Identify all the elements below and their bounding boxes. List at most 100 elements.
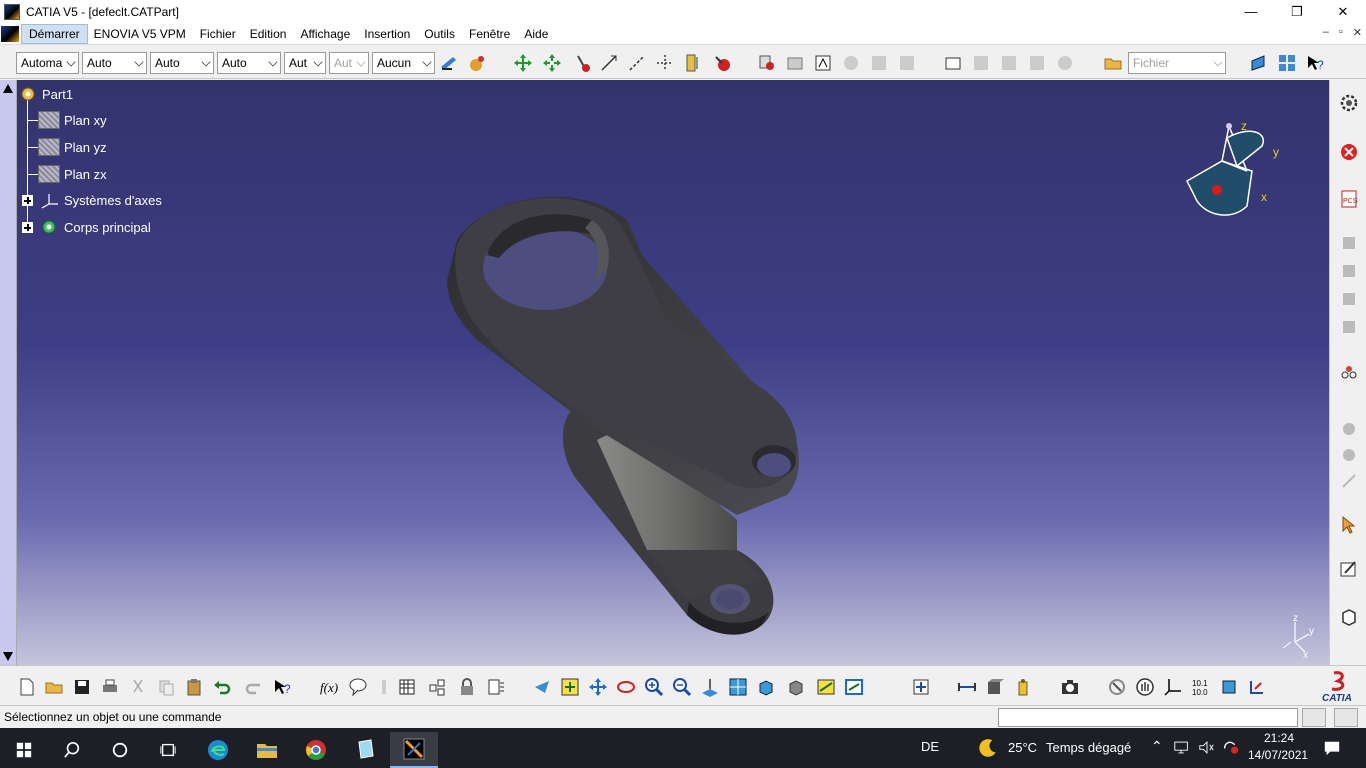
windows-start-icon[interactable] xyxy=(0,732,48,768)
sketch-icon[interactable] xyxy=(1338,558,1360,580)
weather-description[interactable]: Temps dégagé xyxy=(1046,740,1131,755)
iso-view-icon[interactable] xyxy=(755,676,777,698)
constraint-icon[interactable] xyxy=(1338,362,1360,384)
new-document-icon[interactable] xyxy=(16,676,38,698)
menu-enovia[interactable]: ENOVIA V5 VPM xyxy=(87,25,193,43)
rotate-icon[interactable] xyxy=(615,676,637,698)
menu-fichier[interactable]: Fichier xyxy=(193,25,243,43)
pcs-icon[interactable]: PCS xyxy=(1338,188,1360,210)
search-icon[interactable] xyxy=(48,732,96,768)
settings-gear-icon[interactable] xyxy=(1338,92,1360,114)
units-icon[interactable]: 10.1 10.0 xyxy=(1190,676,1212,698)
menu-demarrer[interactable]: Démarrer xyxy=(21,23,88,44)
maximize-button[interactable]: ❐ xyxy=(1274,0,1320,23)
std-icon-2[interactable] xyxy=(812,52,834,74)
edge-browser-icon[interactable] xyxy=(194,732,242,768)
tree-item-corps-principal[interactable]: Corps principal xyxy=(38,217,151,237)
close-button[interactable]: ✕ xyxy=(1320,0,1366,23)
select-arrow-icon[interactable] xyxy=(1338,514,1360,536)
sync-error-icon[interactable] xyxy=(1222,740,1240,758)
paste-icon[interactable] xyxy=(183,676,205,698)
clock-time[interactable]: 21:24 xyxy=(1264,731,1294,745)
language-indicator[interactable]: DE xyxy=(921,739,939,754)
document-menu-icon[interactable] xyxy=(1,25,19,42)
power-input-field[interactable] xyxy=(998,708,1298,727)
mdi-minimize-button[interactable]: – xyxy=(1323,26,1329,39)
print-icon[interactable] xyxy=(99,676,121,698)
menu-fenetre[interactable]: Fenêtre xyxy=(462,25,517,43)
power-input-button-2[interactable] xyxy=(1334,708,1358,727)
scroll-up-arrow-icon[interactable] xyxy=(3,84,13,93)
tree-item-plan-yz[interactable]: Plan yz xyxy=(38,137,107,157)
transparency-combo[interactable]: Auto xyxy=(82,52,147,74)
update-all-icon[interactable] xyxy=(910,676,932,698)
tree-item-axis-systems[interactable]: Systèmes d'axes xyxy=(38,190,162,210)
boundary-box-icon[interactable] xyxy=(1218,676,1240,698)
mdi-restore-button[interactable]: ▫ xyxy=(1339,26,1343,39)
measure-distance-icon[interactable] xyxy=(956,676,978,698)
volume-icon[interactable] xyxy=(1198,740,1216,758)
folder-open-icon[interactable] xyxy=(1102,52,1124,74)
normal-view-icon[interactable] xyxy=(1248,52,1270,74)
mdi-close-button[interactable]: ✕ xyxy=(1353,26,1362,39)
zoom-in-icon[interactable] xyxy=(643,676,665,698)
menu-edition[interactable]: Edition xyxy=(243,25,294,43)
layer-combo[interactable]: Aucun xyxy=(372,52,435,74)
knowledge-icon[interactable] xyxy=(347,676,369,698)
measure-between-icon[interactable] xyxy=(598,52,620,74)
measure-item-icon[interactable] xyxy=(626,52,648,74)
tree-root-part1[interactable]: Part1 xyxy=(18,84,73,104)
cortana-icon[interactable] xyxy=(96,732,144,768)
menu-aide[interactable]: Aide xyxy=(517,25,555,43)
point-type-combo[interactable]: Aut xyxy=(284,52,326,74)
snap-to-point-icon[interactable] xyxy=(541,52,563,74)
chrome-browser-icon[interactable] xyxy=(292,732,340,768)
file-explorer-icon[interactable] xyxy=(243,732,291,768)
tree-item-plan-zx[interactable]: Plan zx xyxy=(38,164,107,184)
apply-material-icon[interactable] xyxy=(466,52,488,74)
delete-measure-icon[interactable] xyxy=(711,52,733,74)
std-icon-1[interactable] xyxy=(784,52,806,74)
expand-main-body-icon[interactable] xyxy=(22,222,33,233)
hide-show-icon[interactable] xyxy=(815,676,837,698)
notepad-app-icon[interactable] xyxy=(341,732,389,768)
normal-view-plane-icon[interactable] xyxy=(699,676,721,698)
tree-item-plan-xy[interactable]: Plan xy xyxy=(38,110,107,130)
measure-inertia-icon[interactable] xyxy=(654,52,676,74)
expand-axis-systems-icon[interactable] xyxy=(22,195,33,206)
camera-icon[interactable] xyxy=(1059,676,1081,698)
save-icon[interactable] xyxy=(71,676,93,698)
fly-mode-icon[interactable] xyxy=(531,676,553,698)
open-folder-icon[interactable] xyxy=(43,676,65,698)
notification-center-icon[interactable] xyxy=(1323,739,1341,760)
exit-sketch-icon[interactable] xyxy=(1338,141,1360,163)
table-icon[interactable] xyxy=(396,676,418,698)
instantiate-icon[interactable] xyxy=(426,676,448,698)
pan-icon[interactable] xyxy=(587,676,609,698)
axis-icon[interactable] xyxy=(1162,676,1184,698)
lock-icon[interactable] xyxy=(456,676,478,698)
catalog-browser-icon[interactable] xyxy=(756,52,778,74)
compass-icon[interactable]: z y x xyxy=(1177,116,1297,226)
pad-icon[interactable] xyxy=(1338,606,1360,628)
zoom-out-icon[interactable] xyxy=(671,676,693,698)
power-input-button-1[interactable] xyxy=(1302,708,1326,727)
fit-all-in-icon[interactable] xyxy=(559,676,581,698)
format-painter-icon[interactable] xyxy=(438,52,460,74)
clock-date[interactable]: 14/07/2021 xyxy=(1248,748,1308,762)
line-type-combo[interactable]: Auto xyxy=(217,52,281,74)
color-combo[interactable]: Automa xyxy=(16,52,79,74)
catalog-icon[interactable] xyxy=(485,676,507,698)
minimize-button[interactable]: — xyxy=(1228,0,1274,23)
undo-icon[interactable] xyxy=(211,676,233,698)
network-icon[interactable] xyxy=(1173,740,1191,758)
whats-this-icon[interactable]: ? xyxy=(1304,52,1326,74)
rotate-view-icon[interactable] xyxy=(1106,676,1128,698)
multi-view-layout-icon[interactable] xyxy=(727,676,749,698)
line-thickness-combo[interactable]: Auto xyxy=(150,52,214,74)
render-style-icon[interactable] xyxy=(785,676,807,698)
task-view-icon[interactable] xyxy=(144,732,192,768)
temperature[interactable]: 25°C xyxy=(1008,740,1037,755)
manipulation-icon[interactable] xyxy=(512,52,534,74)
formula-icon[interactable]: f(x) xyxy=(318,676,340,698)
